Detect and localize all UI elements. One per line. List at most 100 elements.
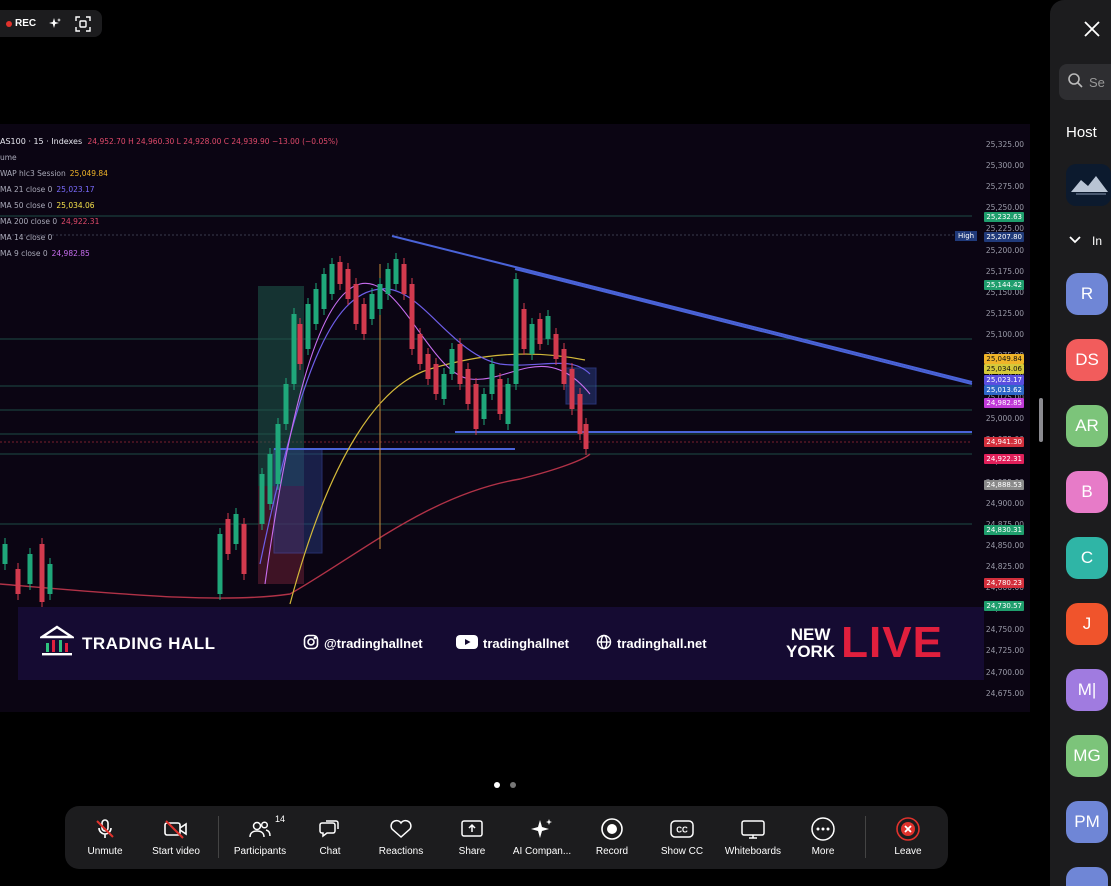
- ai-companion-button[interactable]: AI Compan...: [505, 806, 579, 869]
- indicator-row[interactable]: MA 14 close 0: [0, 230, 338, 246]
- chat-label: Chat: [319, 846, 341, 857]
- stream-banner: TRADING HALL @tradinghallnet tradinghall…: [18, 607, 984, 680]
- instagram-icon: [303, 634, 319, 653]
- share-button[interactable]: Share: [447, 806, 497, 869]
- new-label: NEW: [790, 625, 831, 644]
- new-york-label: NEW YORK: [786, 626, 835, 660]
- closed-caption-icon: CC: [669, 818, 695, 840]
- participant-avatar[interactable]: J: [1066, 603, 1108, 645]
- whiteboards-button[interactable]: Whiteboards: [717, 806, 789, 869]
- reactions-button[interactable]: Reactions: [370, 806, 432, 869]
- price-tick-label: 25,300.00: [985, 161, 1024, 171]
- toolbar-separator: [218, 816, 219, 858]
- chat-icon: [317, 818, 343, 840]
- candle-body: [369, 294, 375, 319]
- candle-body: [497, 379, 503, 414]
- participant-avatar[interactable]: M|: [1066, 669, 1108, 711]
- indicator-value: 24,982.85: [51, 249, 90, 258]
- participant-avatar[interactable]: PM: [1066, 801, 1108, 843]
- youtube-text: tradinghallnet: [483, 636, 569, 651]
- participant-avatar[interactable]: AR: [1066, 405, 1108, 447]
- participant-avatar[interactable]: C: [1066, 537, 1108, 579]
- price-tick-label: 25,100.00: [985, 329, 1024, 339]
- show-cc-button[interactable]: CC Show CC: [655, 806, 709, 869]
- candle-body: [545, 316, 551, 339]
- price-tag: 25,232.63: [984, 212, 1024, 222]
- participant-avatar[interactable]: B: [1066, 471, 1108, 513]
- indicator-row[interactable]: MA 200 close 0 24,922.31: [0, 214, 338, 230]
- host-avatar[interactable]: [1066, 164, 1111, 206]
- sparkle-icon[interactable]: [46, 15, 64, 33]
- brand-name: TRADING HALL: [82, 633, 216, 653]
- candle-body: [521, 309, 527, 349]
- price-tick-label: 24,675.00: [985, 688, 1024, 698]
- indicator-row[interactable]: WAP hlc3 Session 25,049.84: [0, 166, 338, 182]
- leave-icon: [895, 817, 921, 841]
- candle-body: [529, 324, 535, 354]
- participant-avatar[interactable]: R: [1066, 273, 1108, 315]
- recording-status-pill: REC: [0, 10, 102, 37]
- participant-avatar[interactable]: MG: [1066, 735, 1108, 777]
- page-indicator[interactable]: [494, 782, 516, 788]
- muted-mic-icon: [92, 818, 118, 840]
- participant-search-input[interactable]: Se: [1059, 64, 1111, 100]
- page-dot-active[interactable]: [494, 782, 500, 788]
- panel-resize-handle[interactable]: [1039, 398, 1043, 442]
- close-icon[interactable]: [1080, 17, 1104, 41]
- price-tag: 24,922.31: [984, 454, 1024, 464]
- candle-body: [225, 519, 231, 554]
- shared-screen[interactable]: AS100 · 15 · Indexes 24,952.70 H 24,960.…: [0, 124, 1030, 712]
- ny-live-logo: NEW YORK LIVE: [786, 621, 943, 665]
- price-tick-label: 25,275.00: [985, 182, 1024, 192]
- york-label: YORK: [786, 642, 836, 661]
- candle-body: [321, 274, 327, 309]
- globe-icon: [596, 634, 612, 653]
- start-video-label: Start video: [152, 846, 200, 857]
- start-video-button[interactable]: Start video: [145, 806, 207, 869]
- heart-icon: [388, 818, 414, 840]
- indicator-row[interactable]: MA 21 close 0 25,023.17: [0, 182, 338, 198]
- in-meeting-section-toggle[interactable]: In: [1068, 232, 1102, 250]
- candle-body: [217, 534, 223, 594]
- leave-button[interactable]: Leave: [883, 806, 933, 869]
- indicator-value: 24,922.31: [61, 217, 100, 226]
- indicator-row[interactable]: ume: [0, 150, 338, 166]
- candle-body: [39, 544, 45, 602]
- price-tag: 25,049.84: [984, 354, 1024, 364]
- participants-count-badge: 14: [274, 814, 285, 824]
- candle-body: [353, 284, 359, 324]
- candle-body: [15, 569, 21, 594]
- price-tag: 25,013.62: [984, 385, 1024, 395]
- search-placeholder: Se: [1089, 74, 1105, 90]
- candle-body: [553, 334, 559, 359]
- record-button[interactable]: Record: [587, 806, 637, 869]
- indicator-label: MA 50 close 0: [0, 201, 53, 210]
- chat-button[interactable]: Chat: [305, 806, 355, 869]
- meeting-window: REC AS100 · 15 · Indexes 24,952.70 H 24,…: [0, 0, 1111, 886]
- candle-body: [297, 324, 303, 364]
- candle-body: [361, 304, 367, 334]
- participant-avatar[interactable]: DS: [1066, 339, 1108, 381]
- candle-body: [2, 544, 8, 564]
- trendline-upper: [391, 235, 973, 383]
- candle-body: [537, 319, 543, 344]
- indicator-row[interactable]: MA 50 close 0 25,034.06: [0, 198, 338, 214]
- rec-label: REC: [15, 18, 37, 29]
- page-dot[interactable]: [510, 782, 516, 788]
- more-label: More: [811, 846, 835, 857]
- unmute-button[interactable]: Unmute: [79, 806, 131, 869]
- indicator-row[interactable]: MA 9 close 0 24,982.85: [0, 246, 338, 262]
- more-button[interactable]: More: [800, 806, 846, 869]
- price-tick-label: 25,125.00: [985, 308, 1024, 318]
- youtube-icon: [456, 634, 478, 653]
- record-label: Record: [595, 846, 629, 857]
- participants-panel: Se Host In R DS AR B C J M| MG PM: [1050, 0, 1111, 886]
- fvg-box: [273, 448, 323, 554]
- indicator-label: MA 200 close 0: [0, 217, 58, 226]
- search-icon: [1067, 72, 1083, 93]
- participants-button[interactable]: 14 Participants: [228, 806, 292, 869]
- screen-select-icon[interactable]: [74, 15, 92, 33]
- chart-ohlc: 24,952.70 H 24,960.30 L 24,928.00 C 24,9…: [87, 137, 339, 146]
- toolbar-separator-2: [865, 816, 866, 858]
- participant-avatar[interactable]: [1066, 867, 1108, 886]
